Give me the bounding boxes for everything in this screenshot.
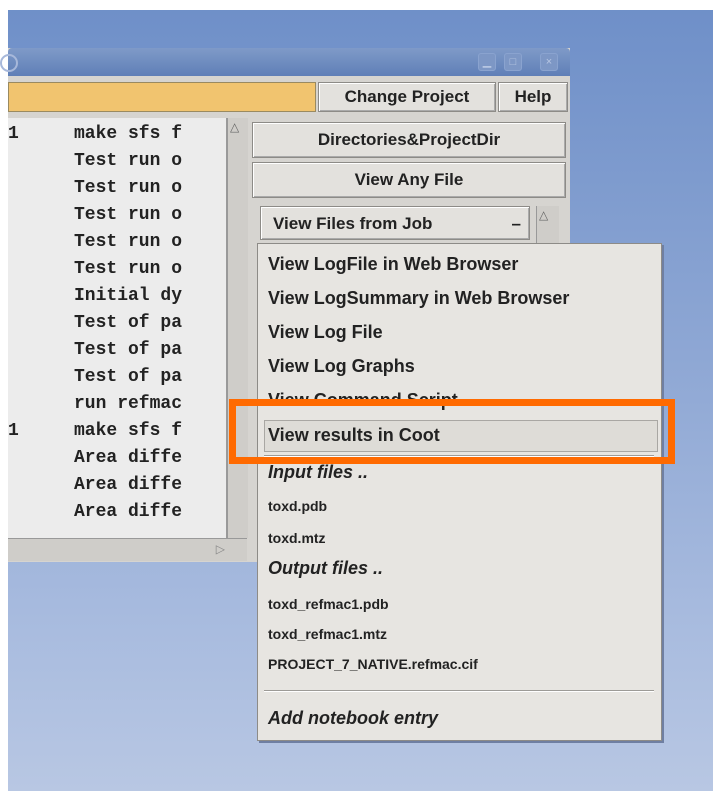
- menu-item-view-logsummary-web[interactable]: View LogSummary in Web Browser: [268, 288, 569, 309]
- menu-item-output-file-1[interactable]: toxd_refmac1.pdb: [268, 596, 389, 612]
- job-number: 1: [8, 124, 19, 144]
- job-title: Initial dy: [74, 286, 183, 306]
- job-title: Test run o: [74, 232, 183, 252]
- menu-item-output-file-3[interactable]: PROJECT_7_NATIVE.refmac.cif: [268, 656, 478, 672]
- menu-item-input-file-2[interactable]: toxd.mtz: [268, 530, 326, 546]
- menu-item-input-file-1[interactable]: toxd.pdb: [268, 498, 327, 514]
- job-title: Test of pa: [74, 313, 183, 333]
- input-files-header: Input files ..: [268, 462, 369, 482]
- annotation-highlight-box: [229, 399, 675, 464]
- close-icon[interactable]: ×: [540, 53, 558, 71]
- window-menu-icon[interactable]: [0, 54, 18, 72]
- menu-item-view-log-file[interactable]: View Log File: [268, 322, 383, 343]
- help-button[interactable]: Help: [498, 82, 568, 112]
- job-title: make sfs f: [74, 421, 183, 441]
- view-files-popup-menu: View LogFile in Web Browser View LogSumm…: [257, 243, 662, 741]
- job-title: Test of pa: [74, 340, 183, 360]
- view-files-from-job-menubutton[interactable]: View Files from Job –: [260, 206, 530, 240]
- job-title: run refmac: [74, 394, 183, 414]
- dropdown-indicator-icon: –: [511, 214, 521, 233]
- scroll-right-icon[interactable]: ▷: [216, 542, 225, 556]
- menu-item-add-notebook[interactable]: Add notebook entry: [268, 708, 438, 729]
- scroll-up-icon[interactable]: △: [230, 120, 244, 136]
- job-title: Test run o: [74, 259, 183, 279]
- view-any-file-button[interactable]: View Any File: [252, 162, 566, 198]
- view-files-from-job-label: View Files from Job: [273, 214, 433, 233]
- job-list[interactable]: 1 make sfs f Test run o Test run o Test run …: [8, 118, 227, 538]
- job-list-hscrollbar[interactable]: ▷: [8, 538, 247, 561]
- job-list-scrollbar[interactable]: △: [227, 118, 248, 538]
- job-title: Test run o: [74, 205, 183, 225]
- job-title: Area diffe: [74, 502, 183, 522]
- job-file-scrollbar[interactable]: △: [536, 206, 559, 246]
- image-border-left: [0, 0, 8, 791]
- menu-item-view-log-graphs[interactable]: View Log Graphs: [268, 356, 415, 377]
- image-border-top: [0, 0, 713, 10]
- scroll-up-icon[interactable]: △: [539, 208, 553, 224]
- job-title: Area diffe: [74, 475, 183, 495]
- change-project-button[interactable]: Change Project: [318, 82, 496, 112]
- menu-item-output-file-2[interactable]: toxd_refmac1.mtz: [268, 626, 387, 642]
- job-title: Test of pa: [74, 367, 183, 387]
- menu-separator: [264, 690, 654, 692]
- menu-item-view-logfile-web[interactable]: View LogFile in Web Browser: [268, 254, 518, 275]
- project-field[interactable]: [8, 82, 316, 112]
- maximize-icon[interactable]: □: [504, 53, 522, 71]
- job-title: Test run o: [74, 178, 183, 198]
- job-title: make sfs f: [74, 124, 183, 144]
- job-number: 1: [8, 421, 19, 441]
- window-titlebar[interactable]: ▁ □ ×: [0, 48, 570, 76]
- job-title: Area diffe: [74, 448, 183, 468]
- directories-button[interactable]: Directories&ProjectDir: [252, 122, 566, 158]
- minimize-icon[interactable]: ▁: [478, 53, 496, 71]
- output-files-header: Output files ..: [268, 558, 383, 578]
- job-title: Test run o: [74, 151, 183, 171]
